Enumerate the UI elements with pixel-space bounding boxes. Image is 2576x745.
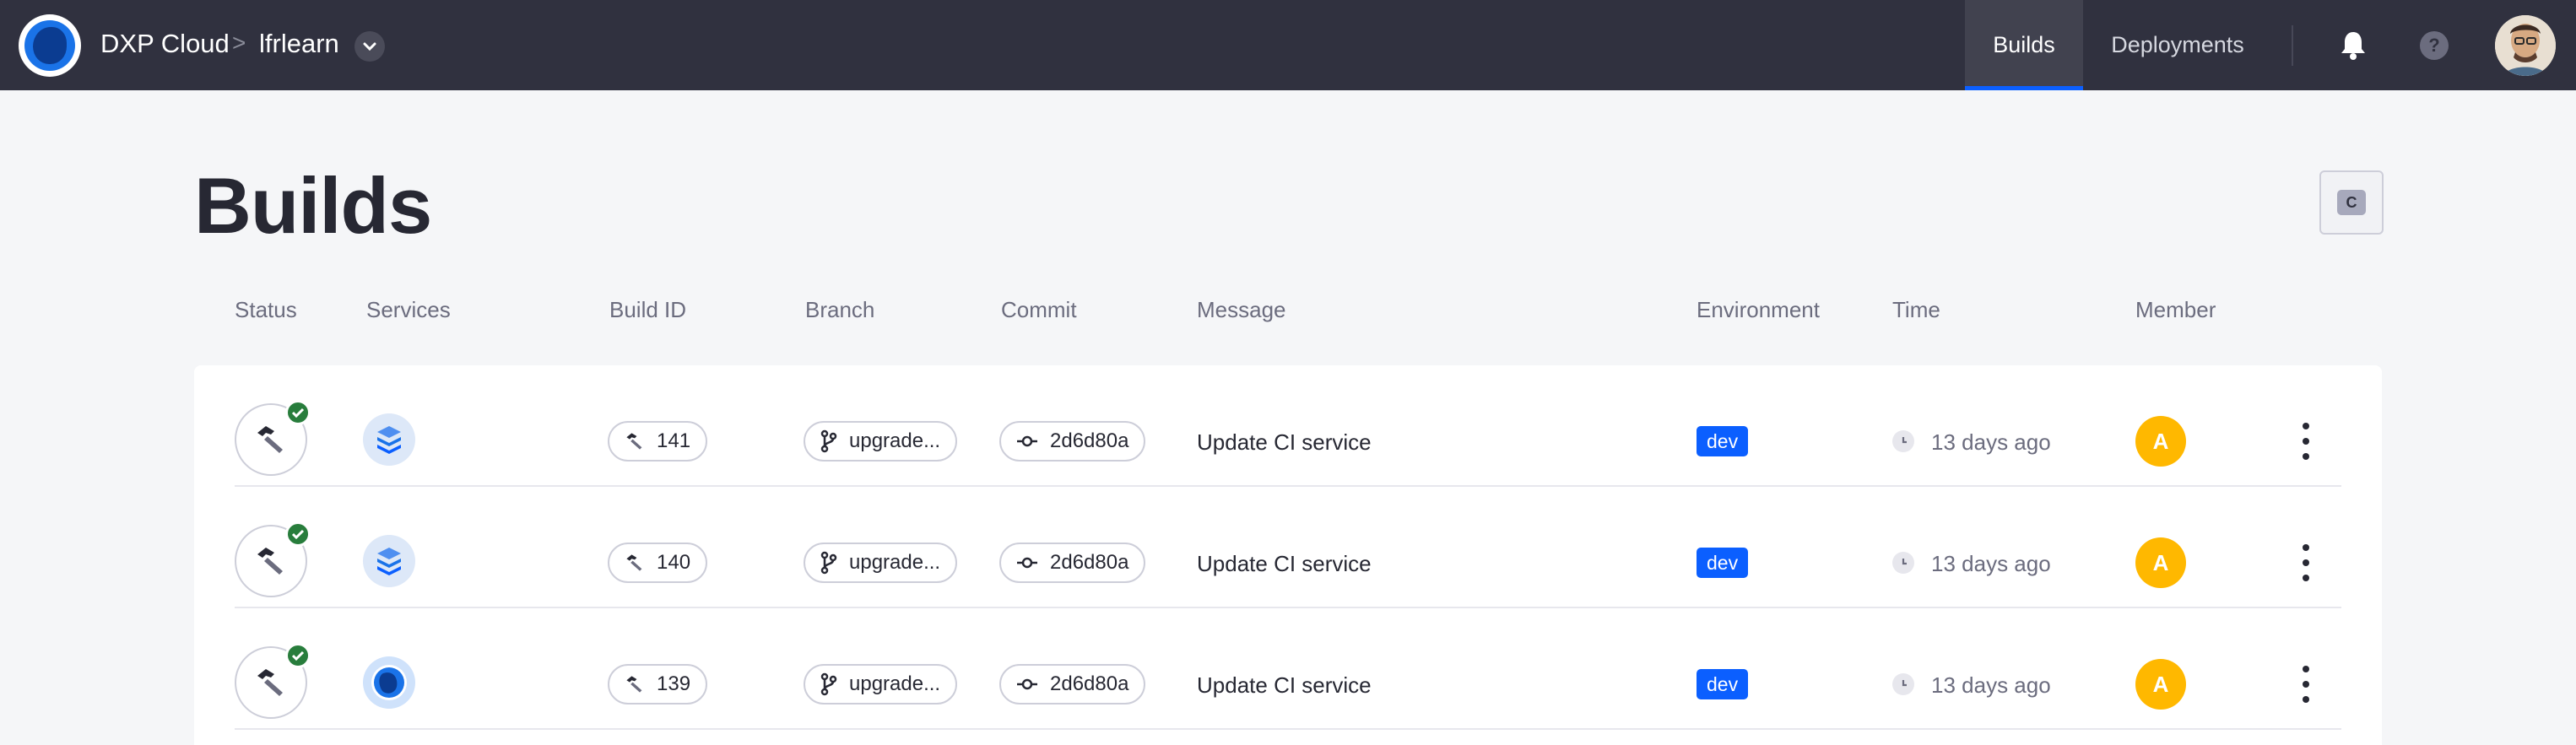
commit-pill[interactable]: 2d6d80a: [999, 664, 1146, 705]
hammer-icon: [257, 426, 283, 453]
branch-icon: [820, 429, 837, 453]
member-initial: A: [2152, 671, 2169, 697]
hammer-icon: [626, 554, 642, 571]
hammer-icon: [257, 548, 283, 575]
column-header-services: Services: [366, 297, 451, 322]
commit-icon: [1017, 557, 1037, 569]
commit-hash: 2d6d80a: [1050, 551, 1129, 574]
bell-icon: [2341, 32, 2365, 60]
member-avatar[interactable]: A: [2135, 659, 2186, 710]
build-id: 141: [657, 429, 691, 452]
success-check-icon: [285, 521, 311, 547]
build-time: 13 days ago: [1931, 672, 2051, 698]
help-icon[interactable]: ?: [2420, 31, 2449, 60]
help-glyph: ?: [2428, 35, 2440, 56]
breadcrumb-separator: >: [232, 30, 246, 56]
row-divider: [235, 728, 2341, 730]
column-header-status: Status: [235, 297, 297, 322]
branch-name: upgrade...: [849, 429, 941, 452]
column-header-environment: Environment: [1697, 297, 1820, 322]
commit-hash: 2d6d80a: [1050, 672, 1129, 695]
build-message: Update CI service: [1197, 672, 1372, 698]
clock-icon: [1892, 430, 1914, 452]
environment-badge[interactable]: dev: [1697, 426, 1749, 456]
column-header-message: Message: [1197, 297, 1286, 322]
build-id-pill[interactable]: 141: [608, 421, 708, 462]
layers-icon[interactable]: [363, 413, 415, 466]
column-header-time: Time: [1892, 297, 1940, 322]
page-title: Builds: [194, 161, 432, 250]
column-header-build-id: Build ID: [609, 297, 687, 322]
hammer-icon: [257, 669, 283, 696]
table-row[interactable]: 140 upgrade... 2d6d80a Update CI service…: [194, 487, 2382, 608]
build-id: 140: [657, 551, 691, 574]
liferay-logo-icon[interactable]: [363, 656, 415, 709]
build-status: [235, 521, 311, 597]
column-header-commit: Commit: [1001, 297, 1077, 322]
build-status: [235, 400, 311, 476]
notifications-button[interactable]: [2338, 29, 2368, 62]
dxp-cloud-logo-icon[interactable]: [19, 14, 81, 77]
build-time: 13 days ago: [1931, 429, 2051, 455]
build-id: 139: [657, 672, 691, 695]
tab-builds-label: Builds: [1993, 32, 2055, 57]
tab-deployments[interactable]: Deployments: [2083, 0, 2272, 90]
build-id-pill[interactable]: 140: [608, 543, 708, 583]
column-header-branch: Branch: [805, 297, 875, 322]
chevron-down-icon: [363, 42, 376, 51]
member-avatar[interactable]: A: [2135, 416, 2186, 467]
branch-pill[interactable]: upgrade...: [804, 664, 958, 705]
column-header-member: Member: [2135, 297, 2216, 322]
commit-hash: 2d6d80a: [1050, 429, 1129, 452]
hammer-icon: [626, 676, 642, 693]
brand-name[interactable]: DXP Cloud: [100, 29, 230, 59]
environment-badge[interactable]: dev: [1697, 548, 1749, 578]
row-actions-menu-icon[interactable]: [2297, 662, 2314, 706]
build-id-pill[interactable]: 139: [608, 664, 708, 705]
hammer-icon: [626, 433, 642, 450]
branch-name: upgrade...: [849, 551, 941, 574]
success-check-icon: [285, 400, 311, 425]
tab-deployments-label: Deployments: [2111, 32, 2244, 57]
build-time: 13 days ago: [1931, 551, 2051, 576]
environment-badge[interactable]: dev: [1697, 669, 1749, 699]
member-initial: A: [2152, 428, 2169, 454]
clock-icon: [1892, 673, 1914, 695]
table-row[interactable]: 139 upgrade... 2d6d80a Update CI service…: [194, 608, 2382, 730]
commit-icon: [1017, 678, 1037, 690]
build-message: Update CI service: [1197, 429, 1372, 455]
tab-builds[interactable]: Builds: [1965, 0, 2083, 90]
branch-icon: [820, 551, 837, 575]
table-row[interactable]: 141 upgrade... 2d6d80a Update CI service…: [194, 365, 2382, 487]
clock-icon: [1892, 552, 1914, 574]
commit-pill[interactable]: 2d6d80a: [999, 543, 1146, 583]
branch-pill[interactable]: upgrade...: [804, 543, 958, 583]
project-name[interactable]: lfrlearn: [259, 29, 339, 59]
branch-name: upgrade...: [849, 672, 941, 695]
row-actions-menu-icon[interactable]: [2297, 541, 2314, 585]
project-dropdown-button[interactable]: [354, 31, 385, 62]
ci-icon: C: [2337, 190, 2366, 215]
branch-pill[interactable]: upgrade...: [804, 421, 958, 462]
layers-icon[interactable]: [363, 535, 415, 587]
commit-icon: [1017, 435, 1037, 447]
ci-label: C: [2346, 193, 2357, 211]
success-check-icon: [285, 643, 311, 668]
builds-table: 141 upgrade... 2d6d80a Update CI service…: [194, 365, 2382, 745]
user-avatar[interactable]: [2495, 15, 2556, 76]
member-avatar[interactable]: A: [2135, 537, 2186, 588]
ci-button[interactable]: C: [2319, 170, 2384, 235]
build-status: [235, 643, 311, 719]
branch-icon: [820, 672, 837, 696]
commit-pill[interactable]: 2d6d80a: [999, 421, 1146, 462]
build-message: Update CI service: [1197, 551, 1372, 576]
nav-divider: [2292, 25, 2293, 66]
top-navbar: DXP Cloud > lfrlearn Builds Deployments …: [0, 0, 2576, 90]
row-actions-menu-icon[interactable]: [2297, 419, 2314, 463]
member-initial: A: [2152, 549, 2169, 575]
